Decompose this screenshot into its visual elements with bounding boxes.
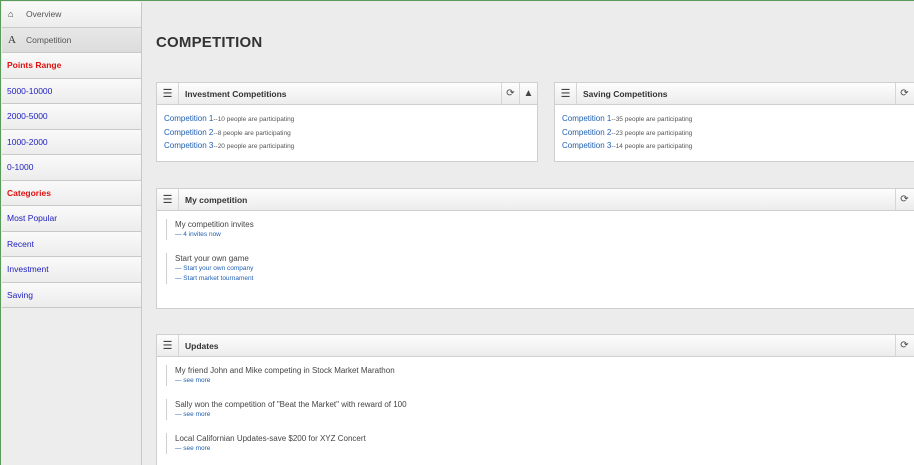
sidebar-item-competition[interactable]: A Competition [2,27,141,53]
panel-title: My competition [185,194,248,205]
trash-icon[interactable]: ▲ [519,83,537,104]
participants-text: --20 people are participating [213,143,295,150]
home-icon: ⌂ [8,9,14,20]
refresh-icon[interactable]: ⟳ [501,83,519,104]
sidebar-item-1000-2000[interactable]: 1000-2000 [2,129,141,155]
updates-panel: ☰ Updates ⟳ My friend John and Mike comp… [156,334,914,465]
invites-link[interactable]: — 4 invites now [175,230,914,240]
list-item: Competition 1--35 people are participati… [562,113,914,127]
competition-list: Competition 1--10 people are participati… [157,105,537,154]
see-more-link[interactable]: — see more [175,410,914,420]
panel-title: Saving Competitions [583,88,668,99]
participants-text: --10 people are participating [213,116,295,123]
update-title: Sally won the competition of "Beat the M… [175,400,407,409]
sidebar-item-investment[interactable]: Investment [2,257,141,283]
refresh-icon[interactable]: ⟳ [895,335,913,356]
competition-link[interactable]: Competition 1 [562,114,611,123]
competition-link[interactable]: Competition 1 [164,114,213,123]
main-content: COMPETITION ☰ Investment Competitions ⟳ … [143,2,914,465]
sidebar-item-0-1000[interactable]: 0-1000 [2,155,141,181]
panel-title: Investment Competitions [185,88,287,99]
menu-icon[interactable]: ☰ [157,189,179,210]
my-competition-feed: My competition invites — 4 invites now S… [157,211,914,284]
sidebar-item-label: Competition [26,34,72,45]
sidebar-item-recent[interactable]: Recent [2,231,141,257]
competition-link[interactable]: Competition 2 [164,128,213,137]
menu-icon[interactable]: ☰ [555,83,577,104]
sidebar-item-saving[interactable]: Saving [2,282,141,308]
list-item: My competition invites — 4 invites now [166,219,914,240]
saving-competitions-panel: ☰ Saving Competitions ⟳ Competition 1--3… [554,82,914,162]
group-title: My competition invites [175,220,254,229]
updates-feed: My friend John and Mike competing in Sto… [157,357,914,454]
competition-link[interactable]: Competition 2 [562,128,611,137]
list-item: Competition 3--20 people are participati… [164,140,537,154]
group-title: Start your own game [175,254,249,263]
refresh-icon[interactable]: ⟳ [895,83,913,104]
competition-link[interactable]: Competition 3 [562,141,611,150]
list-item: Competition 3--14 people are participati… [562,140,914,154]
list-item: Sally won the competition of "Beat the M… [166,399,914,420]
competition-list: Competition 1--35 people are participati… [555,105,914,154]
sidebar-item-overview[interactable]: ⌂ Overview [2,2,141,28]
sidebar-item-label: Overview [26,9,62,20]
page-title: COMPETITION [156,34,263,51]
list-item: Competition 2--8 people are participatin… [164,127,537,141]
font-a-icon: A [8,33,16,46]
panel-title: Updates [185,340,219,351]
list-item: My friend John and Mike competing in Sto… [166,365,914,386]
sidebar-item-most-popular[interactable]: Most Popular [2,206,141,232]
menu-icon[interactable]: ☰ [157,335,179,356]
participants-text: --8 people are participating [213,129,291,137]
sidebar-item-2000-5000[interactable]: 2000-5000 [2,104,141,130]
see-more-link[interactable]: — see more [175,444,914,454]
my-competition-panel: ☰ My competition ⟳ My competition invite… [156,188,914,309]
list-item: Competition 2--23 people are participati… [562,127,914,141]
sidebar-heading-points-range: Points Range [2,53,141,79]
panel-header: ☰ Saving Competitions ⟳ [555,83,914,105]
participants-text: --35 people are participating [611,116,693,123]
refresh-icon[interactable]: ⟳ [895,189,913,210]
sidebar-heading-categories: Categories [2,180,141,206]
competition-link[interactable]: Competition 3 [164,141,213,150]
see-more-link[interactable]: — see more [175,376,914,386]
list-item: Competition 1--10 people are participati… [164,113,537,127]
panel-header: ☰ My competition ⟳ [157,189,914,211]
update-title: My friend John and Mike competing in Sto… [175,366,395,375]
menu-icon[interactable]: ☰ [157,83,179,104]
list-item: Local Californian Updates-save $200 for … [166,433,914,454]
update-title: Local Californian Updates-save $200 for … [175,434,366,443]
sidebar-item-5000-10000[interactable]: 5000-10000 [2,78,141,104]
list-item: Start your own game — Start your own com… [166,253,914,284]
participants-text: --14 people are participating [611,143,693,150]
panel-header: ☰ Updates ⟳ [157,335,914,357]
panel-header: ☰ Investment Competitions ⟳ ▲ [157,83,537,105]
investment-competitions-panel: ☰ Investment Competitions ⟳ ▲ Competitio… [156,82,538,162]
start-tournament-link[interactable]: — Start market tournament [175,274,914,284]
participants-text: --23 people are participating [611,129,693,137]
sidebar: ⌂ Overview A Competition Points Range 50… [2,2,142,465]
start-company-link[interactable]: — Start your own company [175,264,914,274]
